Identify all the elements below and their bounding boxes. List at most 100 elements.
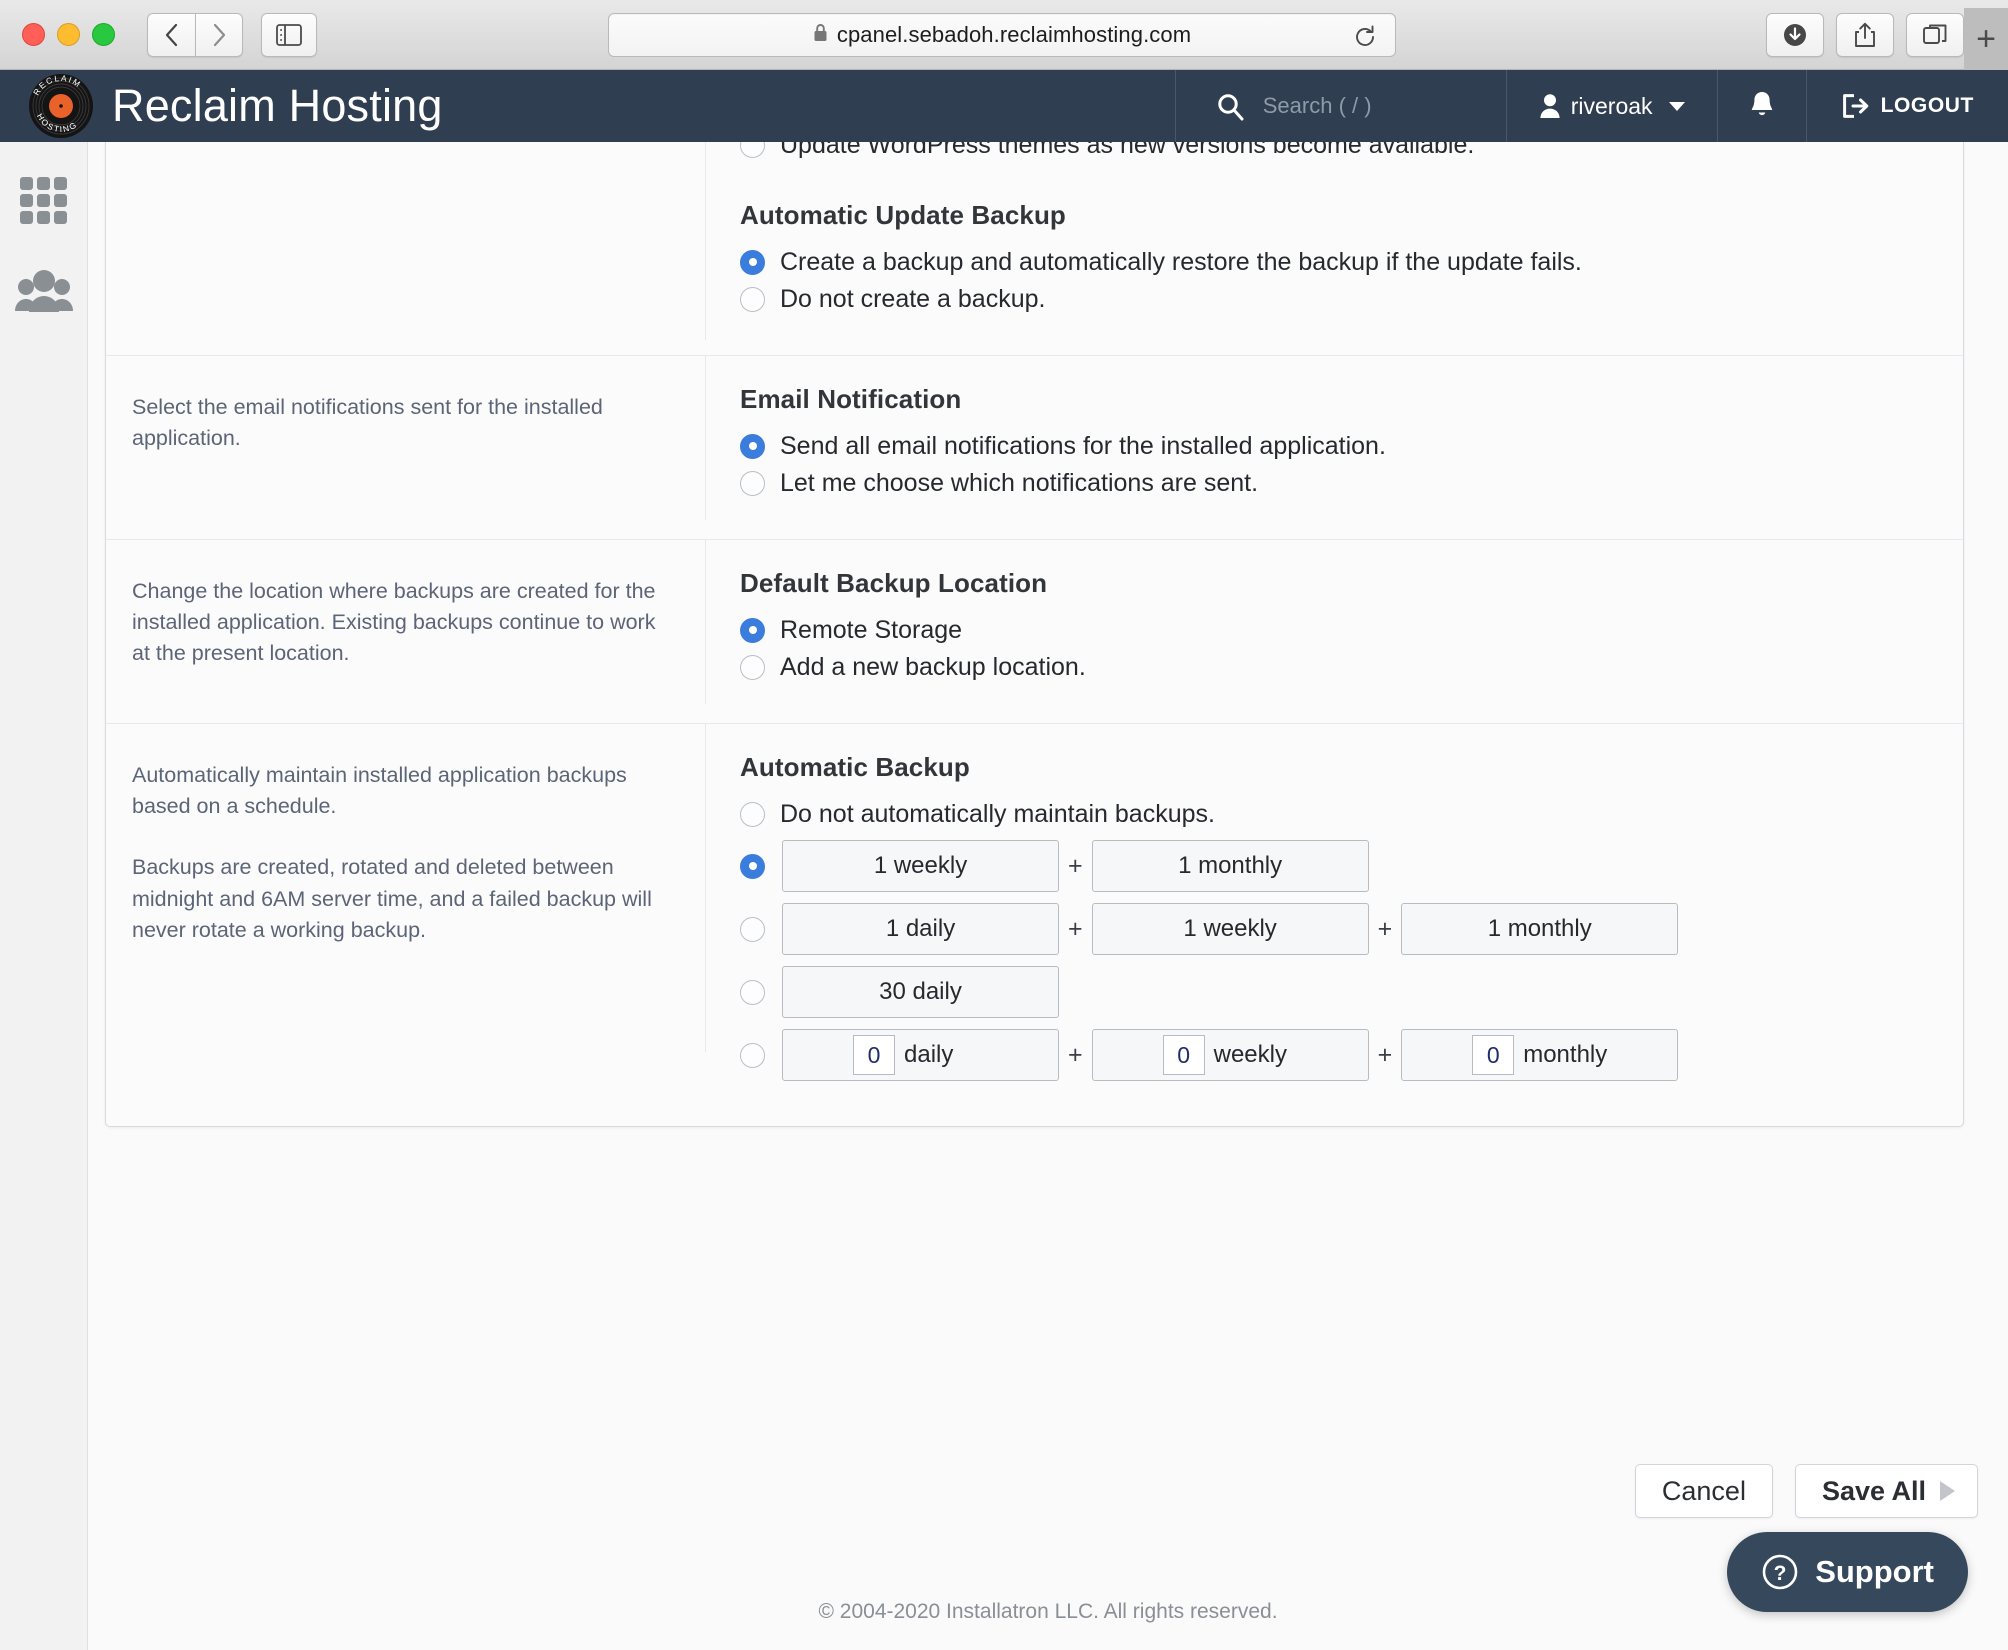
- forward-button[interactable]: [195, 12, 243, 57]
- close-window-button[interactable]: [22, 23, 45, 46]
- custom-monthly-input[interactable]: 0: [1472, 1035, 1515, 1075]
- share-button[interactable]: [1836, 13, 1894, 57]
- schedule-segment[interactable]: 1 monthly: [1401, 903, 1679, 955]
- navigation-buttons: [147, 12, 243, 57]
- radio-remote-storage[interactable]: [740, 617, 765, 643]
- custom-daily-group[interactable]: 0 daily: [782, 1029, 1059, 1081]
- user-menu[interactable]: riveroak: [1507, 70, 1717, 142]
- left-rail: [0, 142, 88, 1650]
- schedule-segment[interactable]: 1 daily: [782, 903, 1059, 955]
- radio-create-backup[interactable]: [740, 249, 765, 275]
- option-remote-storage[interactable]: Remote Storage: [740, 615, 1929, 645]
- play-triangle-icon: [1940, 1481, 1955, 1501]
- plus-separator: +: [1377, 1040, 1393, 1069]
- cancel-button[interactable]: Cancel: [1634, 1464, 1773, 1518]
- schedule-segment[interactable]: 1 monthly: [1091, 840, 1369, 892]
- option-add-backup-location[interactable]: Add a new backup location.: [740, 652, 1929, 682]
- section-title-automatic-backup: Automatic Backup: [740, 752, 970, 782]
- maximize-window-button[interactable]: [92, 23, 115, 46]
- custom-weekly-group[interactable]: 0 weekly: [1091, 1029, 1369, 1081]
- custom-monthly-group[interactable]: 0 monthly: [1401, 1029, 1679, 1081]
- address-bar[interactable]: cpanel.sebadoh.reclaimhosting.com: [608, 13, 1396, 57]
- section-title-automatic-update-backup: Automatic Update Backup: [740, 200, 1066, 230]
- radio-choose-notifications[interactable]: [740, 470, 765, 496]
- logout-label: LOGOUT: [1880, 94, 1974, 117]
- download-icon: [1784, 24, 1806, 46]
- reload-button[interactable]: [1353, 25, 1377, 54]
- custom-weekly-input[interactable]: 0: [1162, 1035, 1205, 1075]
- save-all-label: Save All: [1821, 1475, 1926, 1506]
- settings-row: Update WordPress themes as new versions …: [106, 142, 1963, 356]
- minimize-window-button[interactable]: [57, 23, 80, 46]
- description-text-2: Backups are created, rotated and deleted…: [132, 855, 652, 942]
- browser-toolbar: cpanel.sebadoh.reclaimhosting.com +: [0, 0, 2008, 70]
- search-icon: [1218, 93, 1244, 120]
- plus-separator: +: [1068, 1040, 1083, 1069]
- row-description: Change the location where backups are cr…: [106, 540, 706, 704]
- username: riveroak: [1570, 92, 1653, 119]
- settings-row: Automatically maintain installed applica…: [106, 724, 1963, 1126]
- radio-add-backup-location[interactable]: [740, 654, 765, 680]
- logout-button[interactable]: LOGOUT: [1807, 70, 2008, 142]
- brand-logo[interactable]: RECLAIM HOSTING Reclaim Hosting: [28, 73, 443, 139]
- logout-icon: [1842, 94, 1868, 118]
- radio-schedule-30-daily[interactable]: [740, 979, 765, 1005]
- radio-send-all-emails[interactable]: [740, 433, 765, 459]
- share-icon: [1855, 22, 1875, 47]
- search-placeholder: Search ( / ): [1262, 93, 1372, 118]
- row-controls: Automatic Backup Do not automatically ma…: [706, 724, 1963, 1126]
- settings-row: Select the email notifications sent for …: [106, 356, 1963, 540]
- custom-monthly-unit: monthly: [1523, 1041, 1608, 1068]
- sidebar-item-applications[interactable]: [15, 172, 73, 230]
- new-tab-button[interactable]: +: [1964, 8, 2008, 70]
- schedule-option-30-daily[interactable]: 30 daily: [740, 966, 1929, 1018]
- schedule-segment[interactable]: 30 daily: [782, 966, 1059, 1018]
- description-text: Automatically maintain installed applica…: [132, 763, 627, 819]
- custom-weekly-unit: weekly: [1213, 1041, 1287, 1068]
- row-controls: Email Notification Send all email notifi…: [706, 356, 1963, 539]
- tab-overview-button[interactable]: [1906, 13, 1964, 57]
- sidebar-toggle-icon: [276, 23, 302, 46]
- sidebar-toggle-button[interactable]: [261, 12, 317, 57]
- sidebar-item-users[interactable]: [14, 262, 73, 320]
- option-choose-notifications[interactable]: Let me choose which notifications are se…: [740, 468, 1929, 498]
- browser-actions: [1766, 13, 1964, 57]
- radio-no-auto-backup[interactable]: [740, 801, 765, 827]
- schedule-option-custom[interactable]: 0 daily + 0 weekly + 0 monthly: [740, 1029, 1929, 1081]
- support-label: Support: [1815, 1554, 1934, 1589]
- row-description: Select the email notifications sent for …: [106, 356, 706, 520]
- radio-no-backup[interactable]: [740, 286, 765, 312]
- option-create-backup[interactable]: Create a backup and automatically restor…: [740, 247, 1929, 277]
- save-all-button[interactable]: Save All: [1794, 1464, 1978, 1518]
- cancel-label: Cancel: [1661, 1475, 1746, 1506]
- option-label: Add a new backup location.: [780, 653, 1086, 681]
- window-traffic-lights: [22, 23, 115, 46]
- back-button[interactable]: [147, 12, 195, 57]
- schedule-segment[interactable]: 1 weekly: [782, 840, 1059, 892]
- support-button[interactable]: ? Support: [1727, 1532, 1968, 1612]
- url-text-wrap: cpanel.sebadoh.reclaimhosting.com: [813, 22, 1191, 48]
- schedule-option-daily-weekly-monthly[interactable]: 1 daily + 1 weekly + 1 monthly: [740, 903, 1929, 955]
- users-group-icon: [14, 270, 73, 312]
- chevron-down-icon: [1668, 101, 1685, 111]
- schedule-segment[interactable]: 1 weekly: [1091, 903, 1369, 955]
- radio-schedule-weekly-monthly[interactable]: [740, 853, 765, 879]
- downloads-button[interactable]: [1766, 13, 1824, 57]
- radio-schedule-daily-weekly-monthly[interactable]: [740, 916, 765, 942]
- notifications-button[interactable]: [1718, 70, 1806, 142]
- schedule-option-weekly-monthly[interactable]: 1 weekly + 1 monthly: [740, 840, 1929, 892]
- custom-daily-unit: daily: [904, 1041, 954, 1068]
- chevron-left-icon: [165, 23, 177, 46]
- custom-daily-input[interactable]: 0: [853, 1035, 895, 1075]
- reclaim-hosting-vinyl-logo: RECLAIM HOSTING: [28, 73, 94, 139]
- option-send-all-emails[interactable]: Send all email notifications for the ins…: [740, 431, 1929, 461]
- notification-bell-icon: [1751, 92, 1772, 116]
- option-no-auto-backup[interactable]: Do not automatically maintain backups.: [740, 799, 1929, 829]
- radio-update-themes[interactable]: [740, 142, 765, 158]
- question-circle-icon: ?: [1762, 1554, 1798, 1590]
- radio-schedule-custom[interactable]: [740, 1042, 765, 1068]
- option-no-backup[interactable]: Do not create a backup.: [740, 284, 1929, 314]
- apps-grid-icon: [19, 177, 67, 224]
- option-update-themes[interactable]: Update WordPress themes as new versions …: [740, 142, 1929, 160]
- search-box[interactable]: Search ( / ): [1176, 70, 1506, 142]
